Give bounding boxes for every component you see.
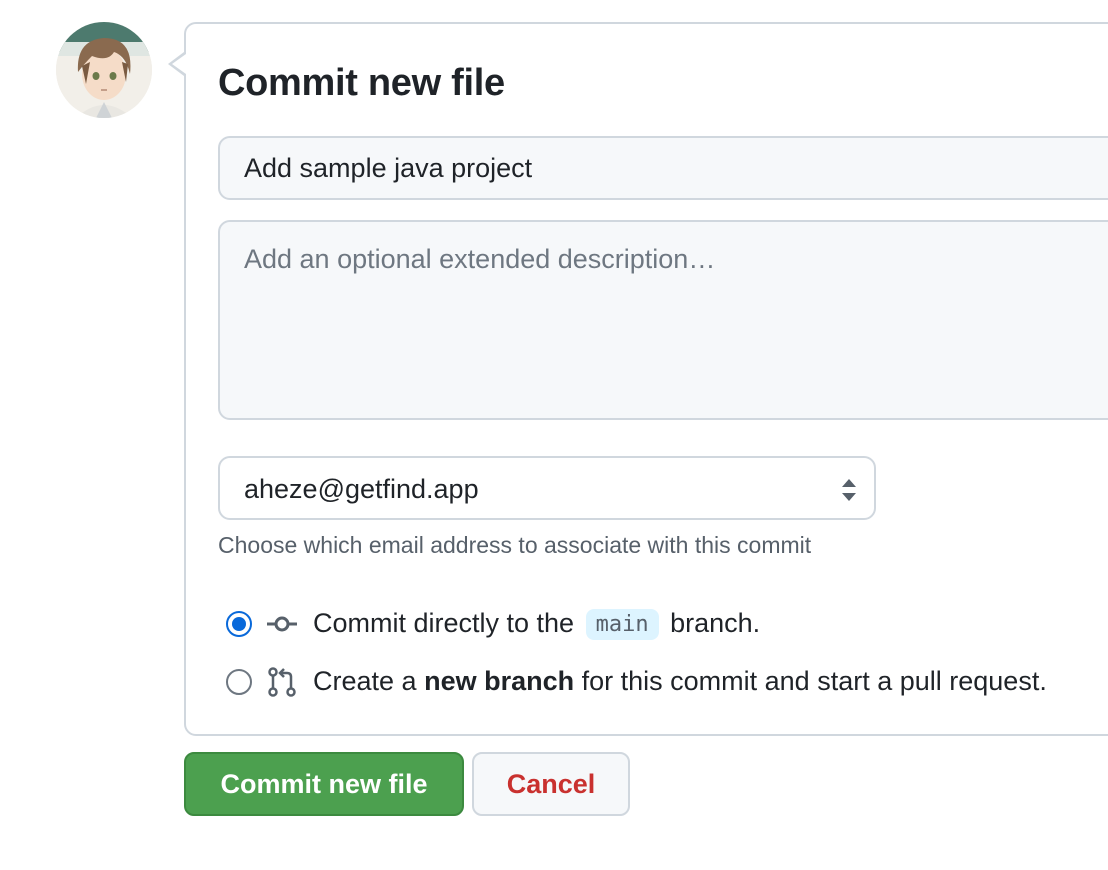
user-avatar[interactable] [56, 22, 152, 118]
option-new-branch-prefix: Create a [313, 666, 417, 696]
option-direct-prefix: Commit directly to the [313, 608, 575, 638]
email-hint-text: Choose which email address to associate … [218, 532, 812, 558]
selected-email: aheze@getfind.app [244, 474, 479, 504]
panel-pointer-fill [172, 54, 186, 74]
option-new-branch-label: Create a new branch for this commit and … [313, 666, 1047, 697]
radio-new-branch[interactable] [226, 669, 252, 695]
option-new-branch-bold: new branch [424, 666, 575, 696]
commit-summary-input[interactable] [218, 136, 1108, 200]
cancel-button[interactable]: Cancel [472, 752, 630, 816]
git-pull-request-icon [268, 667, 296, 697]
select-caret-icon [842, 479, 856, 501]
commit-description-textarea[interactable] [218, 220, 1108, 420]
git-commit-icon [267, 616, 297, 632]
avatar-image [56, 22, 152, 118]
commit-new-file-button[interactable]: Commit new file [184, 752, 464, 816]
radio-commit-directly[interactable] [226, 611, 252, 637]
commit-email-select[interactable]: aheze@getfind.app [218, 456, 876, 520]
commit-form-title: Commit new file [218, 62, 505, 104]
option-direct-suffix: branch. [670, 608, 761, 638]
option-new-branch-suffix: for this commit and start a pull request… [581, 666, 1047, 696]
branch-name-badge: main [585, 609, 659, 640]
option-commit-directly-label: Commit directly to the main branch. [313, 608, 761, 640]
